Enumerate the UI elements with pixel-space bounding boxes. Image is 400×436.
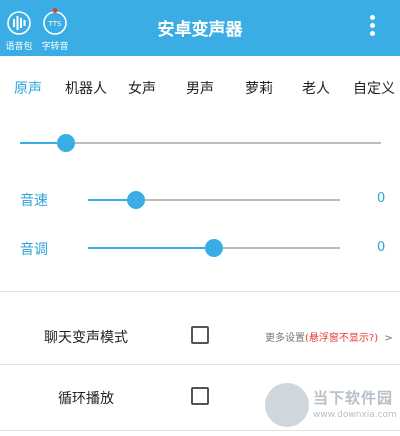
watermark-brand: 当下软件园 [313, 389, 394, 407]
tab-male[interactable]: 男声 [186, 78, 214, 98]
pitch-value: 0 [377, 240, 386, 255]
option-divider [0, 364, 400, 365]
tab-robot[interactable]: 机器人 [65, 78, 107, 98]
speed-slider-thumb[interactable] [127, 191, 145, 209]
chat-mode-checkbox[interactable] [191, 326, 209, 344]
tts-icon: TTS [43, 8, 67, 35]
voice-wave-icon [7, 11, 31, 35]
speed-label: 音速 [20, 193, 48, 209]
watermark-url: www.downxia.com [313, 410, 397, 420]
tts-label: 字转音 [41, 42, 69, 52]
voice-pack-label: 语音包 [5, 42, 33, 52]
tab-elder[interactable]: 老人 [302, 78, 330, 98]
tab-original[interactable]: 原声 [14, 78, 42, 98]
overlay-warning-text: (悬浮窗不显示?) [305, 333, 379, 344]
app-header: 语音包 TTS 字转音 安卓变声器 [0, 0, 400, 56]
more-settings-label: 更多设置 [265, 333, 305, 344]
main-slider-thumb[interactable] [57, 134, 75, 152]
tts-icon-text: TTS [48, 20, 62, 28]
kebab-menu-icon[interactable] [364, 12, 380, 42]
voice-pack-button[interactable]: 语音包 [0, 6, 38, 52]
watermark-logo-icon [265, 383, 309, 427]
chevron-right-icon: > [384, 333, 393, 344]
watermark: 当下软件园 www.downxia.com [265, 383, 400, 436]
more-settings-link[interactable]: 更多设置(悬浮窗不显示?) > [265, 329, 393, 344]
loop-play-label: 循环播放 [58, 391, 114, 407]
pitch-slider-thumb[interactable] [205, 239, 223, 257]
loop-play-checkbox[interactable] [191, 387, 209, 405]
section-divider [0, 291, 400, 292]
speed-value: 0 [377, 191, 386, 206]
pitch-label: 音调 [20, 242, 48, 258]
tab-loli[interactable]: 萝莉 [245, 78, 273, 98]
page-title: 安卓变声器 [157, 20, 243, 40]
voice-effect-tabs: 原声 机器人 女声 男声 萝莉 老人 自定义 [0, 70, 400, 106]
tab-female[interactable]: 女声 [128, 78, 156, 98]
chat-mode-label: 聊天变声模式 [44, 330, 128, 346]
tts-button[interactable]: TTS 字转音 [36, 6, 74, 52]
tab-custom[interactable]: 自定义 [353, 78, 395, 98]
pitch-slider-fill [88, 247, 214, 249]
